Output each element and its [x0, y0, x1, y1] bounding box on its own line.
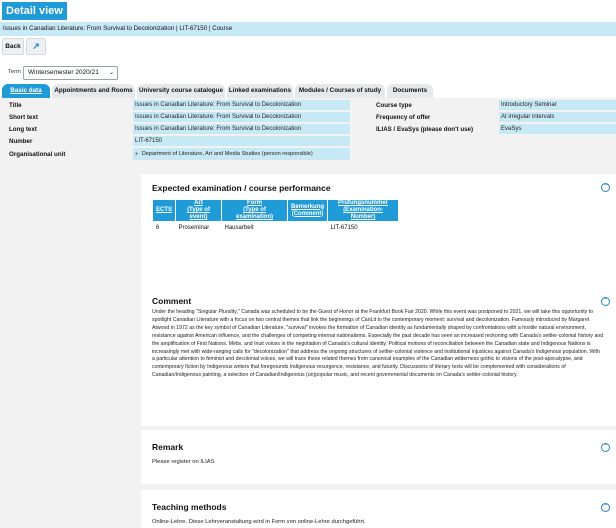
exam-section: Expected examination / course performanc… [141, 174, 616, 302]
collapse-up-icon[interactable]: ⌃ [601, 443, 610, 452]
frequency-value: At irregular intervals [499, 112, 616, 122]
col-exam-number[interactable]: Prüfungsnummer (Examination-Number) [327, 200, 400, 221]
remark-section: Remark ⌃ Please register on ILIAS [141, 430, 616, 484]
page-title: Detail view [2, 2, 67, 20]
cell-exam-number: LIT-67150 [330, 225, 358, 231]
teaching-heading: Teaching methods [152, 502, 227, 512]
title-label: Title [9, 102, 22, 109]
chevron-down-icon: ⌄ [108, 70, 114, 76]
tab-course-catalogue[interactable]: University course catalogue [137, 84, 225, 98]
number-label: Number [9, 138, 33, 145]
ilias-evasys-value: EvaSys [499, 124, 616, 134]
basic-data-panel: Title Issues in Canadian Literature: Fro… [0, 98, 616, 528]
comment-text: Under the heading "Singular Plurality," … [152, 309, 604, 379]
term-value: Wintersemester 2020/21 [28, 69, 99, 76]
breadcrumb: Issues in Canadian Literature: From Surv… [0, 22, 616, 36]
comment-section: Comment ⌃ Under the heading "Singular Pl… [141, 286, 616, 426]
cell-ects: 6 [156, 225, 160, 231]
cell-comment [288, 221, 328, 235]
tab-documents[interactable]: Documents [387, 84, 433, 98]
exam-table: ECTS Art (Type of event) Form (Type of exa… [153, 200, 400, 235]
collapse-up-icon[interactable]: ⌃ [601, 183, 610, 192]
title-value: Issues in Canadian Literature: From Surv… [133, 100, 350, 110]
term-label: Term [8, 69, 21, 75]
title-bar: Detail view [0, 0, 616, 22]
col-art[interactable]: Art (Type of event) [175, 200, 223, 221]
number-value: LIT-67150 [133, 136, 350, 146]
long-text-label: Long text [9, 126, 37, 133]
tab-linked-examinations[interactable]: Linked examinations [227, 84, 293, 98]
link-icon: ↗ [32, 41, 40, 51]
org-unit-label: Organisational unit [9, 151, 66, 158]
collapse-up-icon[interactable]: ⌃ [601, 297, 610, 306]
course-type-value: Introductory Seminar [499, 100, 616, 110]
permalink-button[interactable]: ↗ [26, 38, 46, 55]
col-ects[interactable]: ECTS [153, 200, 177, 221]
col-form[interactable]: Form (Type of examination) [221, 200, 289, 221]
remark-text: Please register on ILIAS [152, 459, 215, 465]
remark-heading: Remark [152, 442, 184, 452]
comment-heading: Comment [152, 296, 192, 306]
col-comment[interactable]: Bemerkung (Comment) [287, 200, 329, 221]
short-text-value: Issues in Canadian Literature: From Surv… [133, 112, 350, 122]
cell-form: Hausarbeit [224, 225, 254, 231]
tab-appointments-rooms[interactable]: Appointments and Rooms [52, 84, 135, 98]
frequency-label: Frequency of offer [376, 114, 431, 121]
teaching-text: Online-Lehre. Diese Lehrveranstaltung wi… [152, 519, 366, 525]
org-unit-value: ● Department of Literature, Art and Medi… [133, 148, 350, 160]
long-text-value: Issues in Canadian Literature: From Surv… [133, 124, 350, 134]
cell-art: Proseminar [178, 225, 210, 231]
exam-table-header: ECTS Art (Type of event) Form (Type of exa… [153, 200, 400, 221]
teaching-section: Teaching methods ⌃ Online-Lehre. Diese L… [141, 490, 616, 528]
back-button[interactable]: Back [2, 38, 24, 55]
collapse-up-icon[interactable]: ⌃ [601, 503, 610, 512]
term-select[interactable]: Wintersemester 2020/21 ⌄ [23, 66, 118, 80]
tab-modules-courses[interactable]: Modules / Courses of study [295, 84, 385, 98]
tab-basic-data[interactable]: Basic data [2, 84, 50, 98]
exam-heading: Expected examination / course performanc… [152, 183, 331, 193]
short-text-label: Short text [9, 114, 38, 121]
table-row: 6 Proseminar Hausarbeit LIT-67150 [153, 221, 399, 235]
course-type-label: Course type [376, 102, 412, 109]
bullet-icon: ● [135, 151, 139, 157]
ilias-evasys-label: ILIAS / EvaSys (please don't use) [376, 126, 474, 133]
